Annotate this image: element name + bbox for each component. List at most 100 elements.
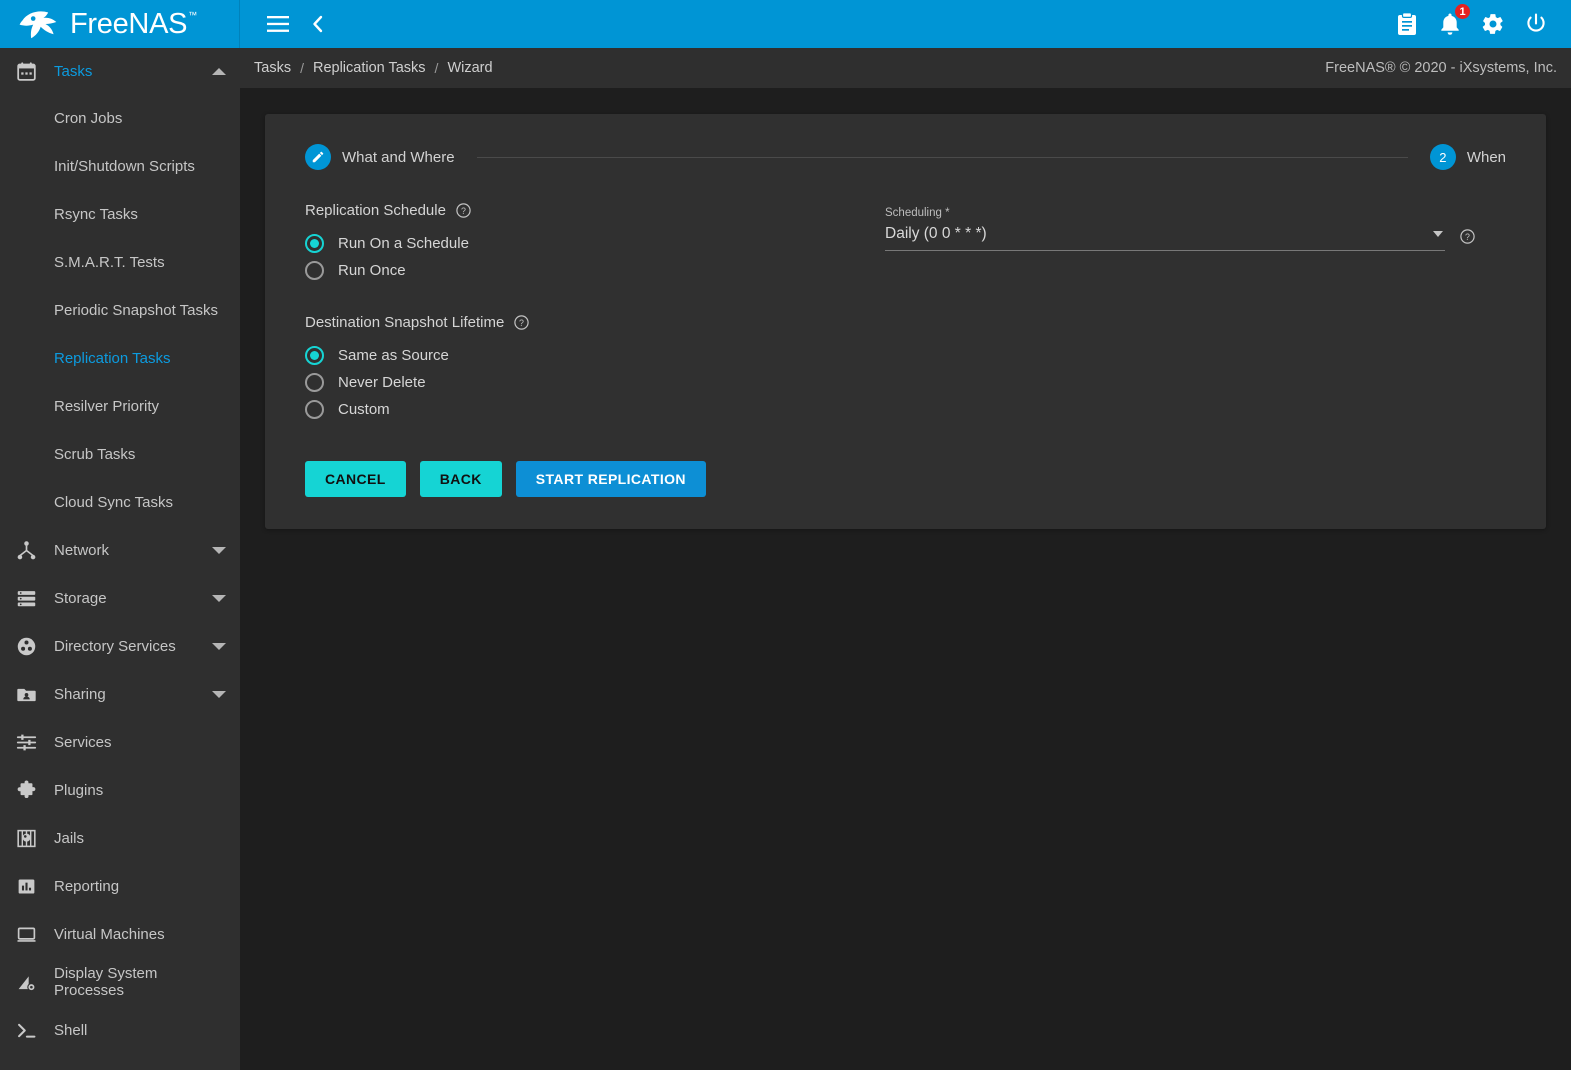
breadcrumb-item-replication-tasks[interactable]: Replication Tasks [313,60,426,76]
sidebar-item-rsync-tasks[interactable]: Rsync Tasks [0,190,240,238]
sidebar-item-cron-jobs[interactable]: Cron Jobs [0,94,240,142]
sidebar-item-cloud-sync-tasks[interactable]: Cloud Sync Tasks [0,478,240,526]
sidebar-item-guide[interactable]: ? Guide [0,1054,240,1070]
bar-chart-icon [12,876,40,897]
wizard-step-when[interactable]: 2 When [1430,144,1506,170]
radio-run-once[interactable]: Run Once [305,257,885,284]
clipboard-glyph-icon [1396,12,1418,36]
sidebar-item-storage[interactable]: Storage [0,574,240,622]
sidebar-item-scrub-tasks[interactable]: Scrub Tasks [0,430,240,478]
wizard-button-row: CANCEL BACK START REPLICATION [305,423,885,497]
sidebar-group-label: Tasks [40,63,212,80]
brand-logo[interactable]: FreeNAS ™ [0,0,240,48]
radio-indicator [305,261,324,280]
sidebar-item-label: Scrub Tasks [54,446,135,463]
sidebar-item-label: Init/Shutdown Scripts [54,158,195,175]
sidebar-item-label: S.M.A.R.T. Tests [54,254,165,271]
sliders-icon [12,732,40,753]
breadcrumb: Tasks / Replication Tasks / Wizard FreeN… [240,48,1571,88]
chevron-down-icon [1433,231,1443,237]
radio-label: Never Delete [338,374,426,391]
sidebar-item-replication-tasks[interactable]: Replication Tasks [0,334,240,382]
back-button[interactable]: BACK [420,461,502,497]
sidebar-item-label: Network [40,542,212,559]
help-circle-icon[interactable]: ? [455,202,472,219]
jails-icon [12,828,40,849]
top-bar: FreeNAS ™ [0,0,1571,48]
breadcrumb-separator: / [300,60,304,76]
gear-glyph-icon [1481,12,1505,36]
sidebar-item-display-system-processes[interactable]: Display System Processes [0,958,240,1006]
brand-trademark: ™ [188,8,197,22]
start-replication-button[interactable]: START REPLICATION [516,461,706,497]
network-glyph-icon [16,540,37,561]
sidebar-group-tasks[interactable]: Tasks [0,48,240,94]
chevron-down-icon [212,691,226,698]
wizard-card: What and Where 2 When Repli [265,114,1546,529]
help-circle-glyph-icon: ? [455,202,472,219]
cancel-button[interactable]: CANCEL [305,461,406,497]
sidebar-item-init-shutdown-scripts[interactable]: Init/Shutdown Scripts [0,142,240,190]
top-bar-icon-group: 1 [1394,11,1549,37]
sidebar-item-directory-services[interactable]: Directory Services [0,622,240,670]
pencil-glyph-icon [311,150,325,164]
bar-chart-glyph-icon [16,876,37,897]
wizard-step-label: What and Where [342,149,455,166]
sidebar-collapse-button[interactable] [298,4,338,44]
replication-schedule-label-row: Replication Schedule ? [305,202,885,219]
sidebar-item-label: Jails [40,830,226,847]
hamburger-menu-button[interactable] [258,4,298,44]
bell-icon[interactable]: 1 [1437,11,1463,37]
sidebar-item-sharing[interactable]: Sharing [0,670,240,718]
help-circle-icon[interactable]: ? [1459,228,1476,251]
storage-icon [12,588,40,609]
breadcrumb-item-tasks[interactable]: Tasks [254,60,291,76]
sidebar-item-label: Directory Services [40,638,212,655]
sidebar-item-virtual-machines[interactable]: Virtual Machines [0,910,240,958]
sidebar-item-label: Rsync Tasks [54,206,138,223]
wizard-step-what-and-where[interactable]: What and Where [305,144,455,170]
radio-label: Same as Source [338,347,449,364]
pencil-icon [305,144,331,170]
svg-text:?: ? [519,318,524,328]
chevron-down-icon [212,595,226,602]
sidebar-item-smart-tests[interactable]: S.M.A.R.T. Tests [0,238,240,286]
clipboard-icon[interactable] [1394,11,1420,37]
sidebar-item-reporting[interactable]: Reporting [0,862,240,910]
sidebar-item-label: Reporting [40,878,226,895]
calendar-glyph-icon [16,61,37,82]
sidebar-item-jails[interactable]: Jails [0,814,240,862]
sidebar-item-plugins[interactable]: Plugins [0,766,240,814]
radio-indicator [305,234,324,253]
content-area: What and Where 2 When Repli [240,88,1571,1070]
replication-schedule-label: Replication Schedule [305,202,446,219]
sidebar-item-shell[interactable]: Shell [0,1006,240,1054]
wizard-step-connector [477,157,1408,158]
monitor-glyph-icon [16,924,37,945]
destination-snapshot-lifetime-label-row: Destination Snapshot Lifetime ? [305,314,885,331]
help-circle-glyph-icon: ? [1459,228,1476,245]
radio-never-delete[interactable]: Never Delete [305,369,885,396]
processes-icon [12,972,40,993]
sidebar-item-label: Sharing [40,686,212,703]
help-circle-icon[interactable]: ? [513,314,530,331]
scheduling-select[interactable]: Daily (0 0 * * *) [885,225,1445,251]
hamburger-icon [267,16,289,32]
chevron-down-icon [212,547,226,554]
body-row: Tasks Cron Jobs Init/Shutdown Scripts Rs… [0,48,1571,1070]
radio-custom[interactable]: Custom [305,396,885,423]
svg-text:?: ? [1465,232,1470,242]
sidebar-item-network[interactable]: Network [0,526,240,574]
directory-services-glyph-icon [16,636,37,657]
gear-icon[interactable] [1480,11,1506,37]
power-icon[interactable] [1523,11,1549,37]
freenas-fish-logo-icon [18,7,62,41]
calendar-icon [12,61,40,82]
radio-run-on-a-schedule[interactable]: Run On a Schedule [305,230,885,257]
storage-glyph-icon [16,588,37,609]
radio-same-as-source[interactable]: Same as Source [305,342,885,369]
brand-name: FreeNAS [70,8,187,40]
sidebar-item-periodic-snapshot-tasks[interactable]: Periodic Snapshot Tasks [0,286,240,334]
sidebar-item-services[interactable]: Services [0,718,240,766]
sidebar-item-resilver-priority[interactable]: Resilver Priority [0,382,240,430]
